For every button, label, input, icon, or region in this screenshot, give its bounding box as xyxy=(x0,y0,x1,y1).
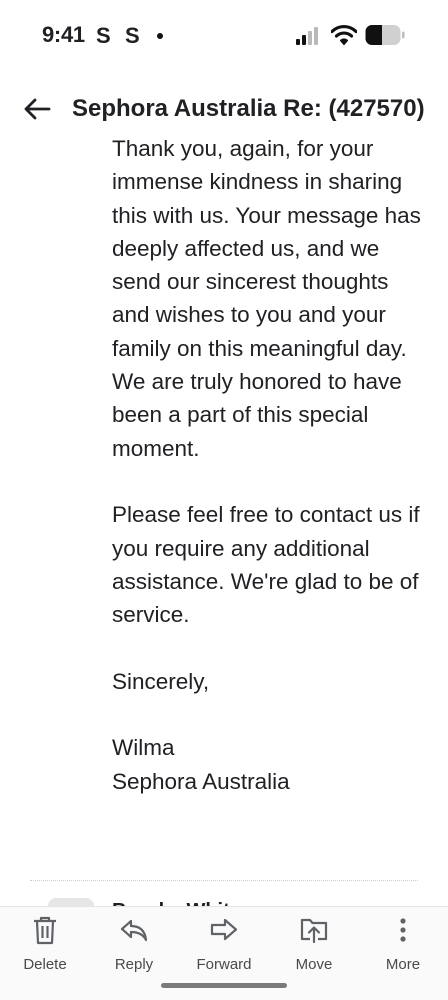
forward-arrow-icon xyxy=(210,918,238,941)
email-subject: Sephora Australia Re: (427570) xyxy=(72,95,425,122)
forward-label: Forward xyxy=(196,956,252,973)
notification-s-icon: S xyxy=(96,23,111,48)
email-header: Sephora Australia Re: (427570) xyxy=(0,86,448,134)
move-label: Move xyxy=(295,956,333,973)
reply-button[interactable]: Reply xyxy=(89,915,179,975)
move-folder-icon xyxy=(300,918,328,944)
notification-s-icon-2: S xyxy=(125,23,140,48)
more-vertical-icon xyxy=(400,918,406,942)
message-divider xyxy=(30,880,418,881)
delete-label: Delete xyxy=(23,956,67,973)
more-label: More xyxy=(385,956,421,973)
back-arrow-icon xyxy=(24,98,51,120)
cellular-signal-icon xyxy=(296,26,322,45)
forward-button[interactable]: Forward xyxy=(179,915,269,975)
wifi-icon xyxy=(331,24,357,45)
home-indicator[interactable] xyxy=(161,983,287,988)
delete-button[interactable]: Delete xyxy=(0,915,90,975)
back-button[interactable] xyxy=(20,92,54,126)
message-text: Thank you, again, for your immense kindn… xyxy=(112,134,422,831)
message-paragraph: Please feel free to contact us if you re… xyxy=(112,502,420,628)
message-closing: Sincerely, xyxy=(112,668,210,694)
reply-arrow-icon xyxy=(120,919,148,942)
message-paragraph: Thank you, again, for your immense kindn… xyxy=(112,136,421,461)
notification-dot-icon xyxy=(157,33,163,39)
more-button[interactable]: More xyxy=(358,915,448,975)
battery-icon xyxy=(365,25,405,45)
status-time: 9:41 xyxy=(42,22,85,47)
message-signature: Wilma Sephora Australia xyxy=(112,735,290,794)
status-bar: 9:41 S S xyxy=(0,0,448,72)
reply-label: Reply xyxy=(114,956,154,973)
move-button[interactable]: Move xyxy=(269,915,359,975)
trash-icon xyxy=(34,916,56,945)
message-body: Thank you, again, for your immense kindn… xyxy=(112,134,432,884)
